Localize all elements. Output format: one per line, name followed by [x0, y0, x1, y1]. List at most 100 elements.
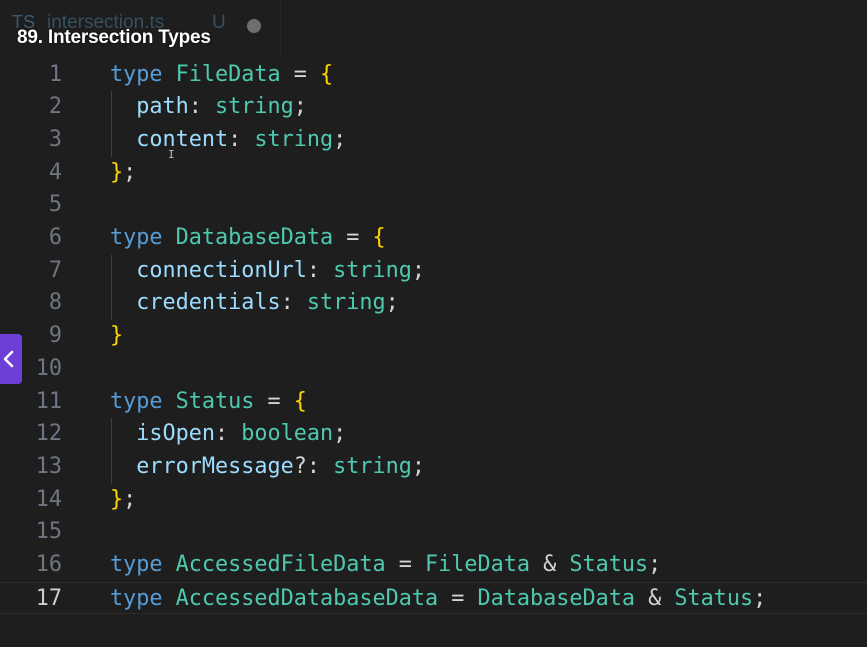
line-number: 14 — [35, 486, 62, 512]
line-number: 15 — [35, 519, 62, 545]
code-token: } — [110, 323, 124, 349]
code-token: ; — [411, 453, 425, 479]
line-number: 6 — [48, 225, 62, 250]
code-token: content — [136, 126, 229, 152]
code-token: = — [333, 225, 373, 250]
code-text: }; — [110, 157, 136, 190]
code-token: } — [110, 486, 124, 512]
code-token: & — [529, 552, 570, 577]
code-token: } — [110, 159, 124, 185]
line-number: 13 — [35, 453, 62, 479]
code-token: Status — [674, 585, 754, 611]
code-line[interactable]: 14}; — [0, 484, 867, 517]
code-token: { — [293, 388, 307, 414]
code-token: FileData — [175, 61, 281, 87]
code-token: Status — [175, 388, 255, 414]
mouse-ibeam-cursor-icon: I — [168, 148, 175, 161]
code-token: ; — [333, 126, 347, 152]
code-line[interactable]: 11 type Status = { — [0, 386, 867, 419]
code-token: : — [215, 421, 242, 447]
code-token: string — [333, 453, 412, 479]
line-number: 16 — [35, 552, 62, 577]
code-text: type AccessedDatabaseData = DatabaseData… — [110, 583, 766, 616]
code-token: : — [228, 126, 255, 152]
code-token: type — [110, 552, 163, 577]
collapse-panel-button[interactable] — [0, 334, 22, 384]
code-token: path — [136, 94, 189, 120]
code-token: Status — [569, 552, 649, 577]
line-number: 3 — [48, 126, 62, 152]
code-text: isOpen: boolean; — [110, 418, 346, 451]
code-line[interactable]: 17 type AccessedDatabaseData = DatabaseDa… — [0, 581, 867, 616]
code-token: string — [333, 257, 412, 283]
code-token: AccessedDatabaseData — [175, 585, 439, 611]
line-number: 12 — [35, 421, 62, 447]
code-token: ; — [123, 486, 137, 512]
unsaved-dot-icon[interactable] — [247, 19, 261, 33]
code-line[interactable]: 15 — [0, 516, 867, 549]
code-token: string — [215, 94, 294, 120]
code-token: connectionUrl — [136, 257, 307, 283]
code-token: = — [438, 585, 478, 611]
line-number: 2 — [48, 94, 62, 120]
line-number: 7 — [48, 257, 62, 283]
code-token: type — [110, 388, 163, 414]
code-token: AccessedFileData — [175, 552, 386, 577]
code-token: ; — [753, 585, 767, 611]
code-text: content: string; — [110, 124, 346, 157]
code-token: isOpen — [136, 421, 215, 447]
code-token: = — [280, 61, 320, 87]
code-line[interactable]: 13 errorMessage?: string; — [0, 451, 867, 484]
code-token: credentials — [136, 290, 281, 316]
code-line[interactable]: 9} — [0, 320, 867, 353]
code-text: } — [110, 320, 123, 353]
code-token: = — [385, 552, 425, 577]
indent-guide — [111, 91, 112, 157]
code-token: boolean — [241, 421, 334, 447]
code-token: { — [372, 225, 386, 250]
code-token: : — [188, 94, 215, 120]
code-token: type — [110, 225, 163, 250]
code-token: DatabaseData — [477, 585, 635, 611]
code-token: ; — [648, 552, 662, 577]
line-number: 4 — [48, 159, 62, 185]
code-line[interactable]: 3 content: string; — [0, 124, 867, 157]
code-token: type — [110, 585, 163, 611]
code-line[interactable]: 2 path: string; — [0, 91, 867, 124]
code-line[interactable]: 1 type FileData = { — [0, 59, 867, 92]
code-token: { — [319, 61, 334, 87]
code-text: type AccessedFileData = FileData & Statu… — [110, 549, 661, 582]
code-token: : — [306, 257, 334, 283]
code-text: connectionUrl: string; — [110, 255, 425, 288]
code-line[interactable]: 12 isOpen: boolean; — [0, 418, 867, 451]
indent-guide — [111, 254, 112, 321]
code-line[interactable]: 7 connectionUrl: string; — [0, 255, 867, 288]
code-line[interactable]: 5 — [0, 189, 867, 222]
code-token: ; — [293, 94, 307, 120]
code-line[interactable]: 6 type DatabaseData = { — [0, 222, 867, 255]
code-token: ; — [123, 159, 137, 185]
code-token: : — [280, 290, 307, 316]
line-number: 11 — [35, 388, 62, 414]
line-number: 17 — [35, 585, 62, 611]
code-line[interactable]: 8 credentials: string; — [0, 287, 867, 320]
code-line[interactable]: 10 — [0, 353, 867, 386]
indent-guide — [111, 418, 112, 484]
code-line[interactable]: 16 type AccessedFileData = FileData & Sta… — [0, 549, 867, 582]
code-token: ; — [385, 290, 399, 316]
code-token: ; — [411, 257, 425, 283]
code-text: }; — [110, 484, 136, 517]
code-token: ; — [333, 421, 347, 447]
code-token: & — [634, 585, 675, 611]
code-editor[interactable]: 1 type FileData = {2 path: string; 3 conte… — [0, 58, 867, 647]
editor-window: TS intersection.ts U 89. Intersection Ty… — [0, 0, 867, 647]
code-line[interactable]: 4}; — [0, 157, 867, 190]
line-number: 8 — [48, 290, 62, 316]
